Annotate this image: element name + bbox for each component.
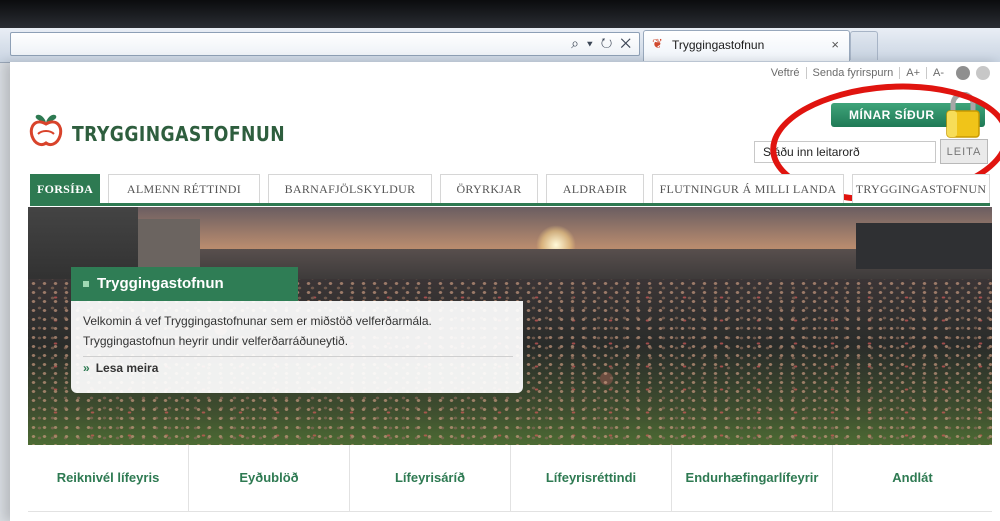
quick-link-pension-year[interactable]: Lífeyrisáríð	[350, 445, 511, 511]
apple-logo-icon	[29, 114, 63, 146]
close-tab-icon[interactable]: ×	[831, 37, 839, 52]
nav-moving-abroad[interactable]: FLUTNINGUR Á MILLI LANDA	[652, 174, 844, 203]
quick-link-forms[interactable]: Eyðublöð	[189, 445, 350, 511]
font-increase-link[interactable]: A+	[899, 66, 926, 79]
main-navigation: FORSÍÐA ALMENN RÉTTINDI BARNAFJÖLSKYLDUR…	[30, 171, 990, 206]
screen-bezel	[0, 0, 1000, 28]
font-decrease-link[interactable]: A-	[926, 66, 950, 79]
quick-link-death[interactable]: Andlát	[833, 445, 992, 511]
sitemap-link[interactable]: Veftré	[765, 67, 806, 79]
accessibility-icon[interactable]	[976, 66, 990, 80]
browser-tab[interactable]: ❦ Tryggingastofnun ×	[643, 30, 850, 61]
bullet-icon	[83, 281, 89, 288]
quick-link-pension-rights[interactable]: Lífeyrisréttindi	[511, 445, 672, 511]
quick-link-rehabilitation-pension[interactable]: Endurhæfingarlífeyrir	[672, 445, 833, 511]
hero-building	[856, 223, 992, 269]
quick-links: Reiknivél lífeyris Eyðublöð Lífeyrisáríð…	[28, 445, 992, 512]
browser-toolbar: ⌕ ▾ ↻ ✕ ❦ Tryggingastofnun ×	[0, 28, 1000, 63]
hero-title-text: Tryggingastofnun	[97, 275, 224, 292]
nav-elderly[interactable]: ALDRAÐIR	[546, 174, 644, 203]
nav-disabled[interactable]: ÖRYRKJAR	[440, 174, 538, 203]
hero-card: Velkomin á vef Tryggingastofnunar sem er…	[71, 301, 523, 393]
nav-families[interactable]: BARNAFJÖLSKYLDUR	[268, 174, 432, 203]
address-bar[interactable]: ⌕ ▾ ↻ ✕	[10, 32, 640, 56]
divider	[83, 356, 513, 357]
nav-home[interactable]: FORSÍÐA	[30, 174, 100, 203]
tab-title: Tryggingastofnun	[672, 38, 765, 52]
send-inquiry-link[interactable]: Senda fyrirspurn	[805, 66, 900, 79]
nav-general-rights[interactable]: ALMENN RÉTTINDI	[108, 174, 260, 203]
hero-text-line: Tryggingastofnun heyrir undir velferðarr…	[83, 334, 349, 348]
hero-banner: Tryggingastofnun Velkomin á vef Trygging…	[28, 207, 992, 445]
utility-links: Veftré Senda fyrirspurn A+ A-	[765, 66, 990, 80]
web-page: Veftré Senda fyrirspurn A+ A- TRYGGINGASTOF…	[10, 62, 1000, 521]
address-controls-icon[interactable]: ⌕ ▾ ↻ ✕	[571, 35, 633, 52]
brand-name: TRYGGINGASTOFNUN	[72, 122, 286, 146]
read-more-label: Lesa meira	[95, 361, 159, 375]
new-tab-button[interactable]	[850, 31, 878, 60]
hero-text-line: Velkomin á vef Tryggingastofnunar sem er…	[83, 314, 432, 328]
nav-about[interactable]: TRYGGINGASTOFNUN	[852, 174, 990, 203]
hero-title: Tryggingastofnun	[71, 267, 298, 301]
quick-link-pension-calculator[interactable]: Reiknivél lífeyris	[28, 445, 189, 511]
favicon-icon: ❦	[652, 36, 663, 51]
settings-icon[interactable]	[956, 66, 970, 80]
double-chevron-icon: »	[83, 361, 90, 375]
read-more-link[interactable]: » Lesa meira	[83, 361, 513, 375]
